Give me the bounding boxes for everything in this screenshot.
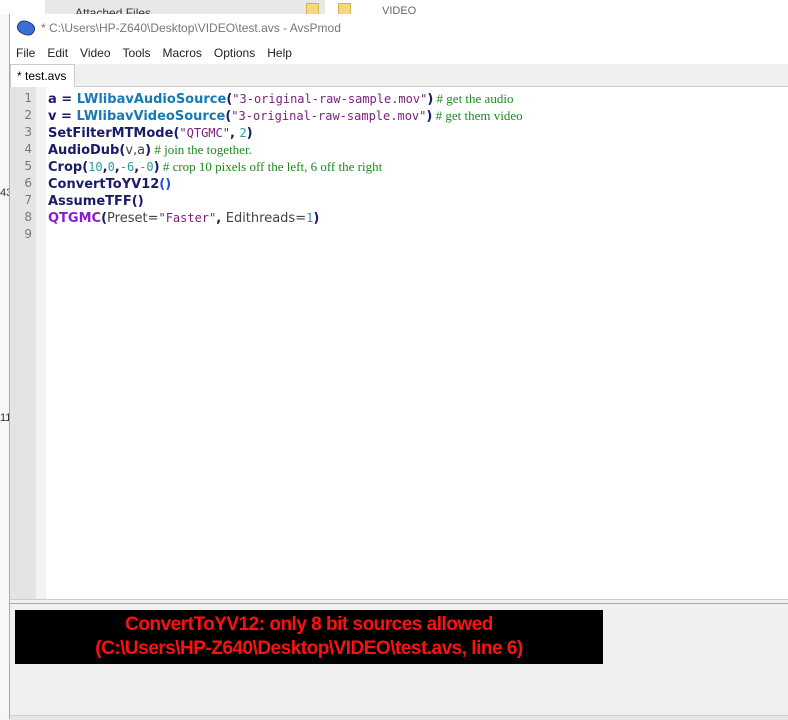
code-token: AssumeTFF xyxy=(48,194,132,209)
code-token: = xyxy=(56,92,77,107)
code-string: "QTGMC" xyxy=(179,126,230,140)
code-token: Preset= xyxy=(107,211,159,226)
code-token: LWlibavVideoSource xyxy=(76,109,226,124)
code-comment: # get the audio xyxy=(433,91,514,106)
code-line: AudioDub(v,a) # join the together. xyxy=(48,141,523,158)
menu-edit[interactable]: Edit xyxy=(41,46,74,60)
line-number: 1 xyxy=(24,91,32,105)
background-attached-files: Attached Files xyxy=(45,0,325,14)
fold-margin xyxy=(36,87,46,599)
line-number: 2 xyxy=(24,108,32,122)
code-line: ConvertToYV12() xyxy=(48,175,523,192)
code-token: QTGMC xyxy=(48,211,102,226)
code-token: a xyxy=(48,92,57,107)
line-number: 6 xyxy=(24,176,32,190)
code-line: Crop(10,0,-6,-0) # crop 10 pixels off th… xyxy=(48,158,523,175)
code-token: Crop xyxy=(48,160,83,175)
code-number: 10 xyxy=(88,160,103,174)
line-number: 7 xyxy=(24,193,32,207)
code-line: v = LWlibavVideoSource("3-original-raw-s… xyxy=(48,107,523,124)
menu-bar: File Edit Video Tools Macros Options Hel… xyxy=(10,42,788,64)
status-bar xyxy=(10,715,788,720)
error-text-line1: ConvertToYV12: only 8 bit sources allowe… xyxy=(125,614,493,635)
code-token: ) xyxy=(313,211,320,226)
video-preview-panel: ConvertToYV12: only 8 bit sources allowe… xyxy=(10,604,788,715)
avspmod-app-icon xyxy=(14,17,38,39)
line-number: 3 xyxy=(24,125,32,139)
code-token: ) xyxy=(246,126,253,141)
code-token: LWlibavAudioSource xyxy=(76,92,227,107)
menu-options[interactable]: Options xyxy=(208,46,261,60)
script-editor[interactable]: 1 2 3 4 5 6 7 8 9 a = LWlibavAudioSource("3-orig… xyxy=(10,87,788,600)
code-comment: # get them video xyxy=(432,108,523,123)
error-message: ConvertToYV12: only 8 bit sources allowe… xyxy=(15,610,603,664)
code-line: AssumeTFF() xyxy=(48,192,523,209)
code-string: "3-original-raw-sample.mov" xyxy=(231,109,427,123)
code-token: () xyxy=(159,177,172,192)
code-string: "3-original-raw-sample.mov" xyxy=(232,92,428,106)
code-token: , xyxy=(216,211,226,226)
line-number: 4 xyxy=(24,142,32,156)
code-comment: # crop 10 pixels off the left, 6 off the… xyxy=(159,159,383,174)
code-token: () xyxy=(131,194,144,209)
code-token: Edithreads= xyxy=(225,211,307,226)
menu-macros[interactable]: Macros xyxy=(157,46,208,60)
error-text-line2: (C:\Users\HP-Z640\Desktop\VIDEO\test.avs… xyxy=(95,638,523,659)
code-area[interactable]: a = LWlibavAudioSource("3-original-raw-s… xyxy=(48,90,523,243)
code-number: -0 xyxy=(139,160,154,174)
code-token: = xyxy=(56,109,77,124)
menu-tools[interactable]: Tools xyxy=(117,46,157,60)
line-number-gutter: 1 2 3 4 5 6 7 8 9 xyxy=(10,87,36,599)
code-comment: # join the together. xyxy=(151,142,252,157)
line-number: 9 xyxy=(24,227,32,241)
tab-test-avs[interactable]: * test.avs xyxy=(10,64,76,87)
line-number: 8 xyxy=(24,210,32,224)
code-number: -6 xyxy=(119,160,135,174)
code-token: ConvertToYV12 xyxy=(48,177,160,192)
code-token: AudioDub xyxy=(48,143,120,158)
code-line: QTGMC(Preset="Faster", Edithreads=1) xyxy=(48,209,523,226)
title-bar[interactable]: * C:\Users\HP-Z640\Desktop\VIDEO\test.av… xyxy=(10,14,788,42)
menu-video[interactable]: Video xyxy=(74,46,116,60)
code-line: a = LWlibavAudioSource("3-original-raw-s… xyxy=(48,90,523,107)
line-number: 5 xyxy=(24,159,32,173)
tab-bar: * test.avs xyxy=(10,64,788,87)
code-string: "Faster" xyxy=(158,211,217,225)
background-video-folder: VIDEO xyxy=(382,5,417,14)
code-token: v,a xyxy=(125,143,146,158)
code-line: SetFilterMTMode("QTGMC", 2) xyxy=(48,124,523,141)
background-left-strip: 43 11 xyxy=(0,14,12,719)
code-number: 2 xyxy=(239,126,247,140)
avspmod-window: * C:\Users\HP-Z640\Desktop\VIDEO\test.av… xyxy=(9,14,788,720)
code-number: 0 xyxy=(107,160,115,174)
menu-file[interactable]: File xyxy=(10,46,41,60)
menu-help[interactable]: Help xyxy=(261,46,298,60)
code-token: SetFilterMTMode xyxy=(48,126,174,141)
window-title: * C:\Users\HP-Z640\Desktop\VIDEO\test.av… xyxy=(41,21,341,35)
